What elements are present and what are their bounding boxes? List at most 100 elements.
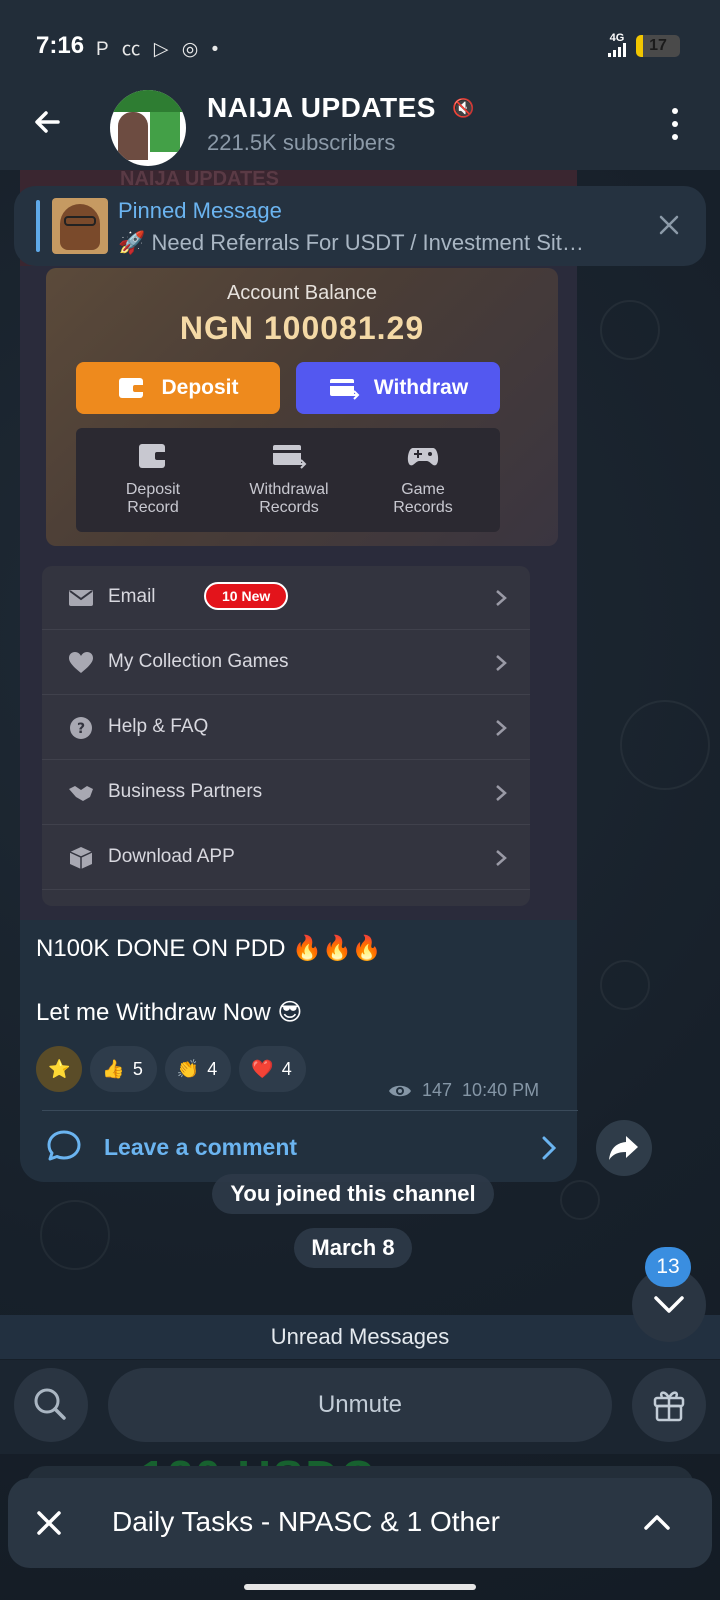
close-icon[interactable] <box>654 210 684 240</box>
reaction-count: 4 <box>281 1058 292 1079</box>
box-icon <box>69 847 93 869</box>
menu-item-help: ? Help & FAQ <box>42 696 530 760</box>
battery-level: 17 <box>649 36 667 54</box>
status-right: 4G 17 <box>608 32 680 57</box>
chevron-right-icon <box>496 590 507 606</box>
pinned-message-bar[interactable]: Pinned Message 🚀 Need Referrals For USDT… <box>14 186 706 266</box>
reaction-emoji: 👍 <box>102 1058 125 1079</box>
more-options-icon[interactable] <box>670 108 680 140</box>
account-balance-value: NGN 100081.29 <box>179 310 425 346</box>
menu-item-collection: My Collection Games <box>42 631 530 695</box>
pinned-text: 🚀 Need Referrals For USDT / Investment S… <box>118 230 584 255</box>
channel-title[interactable]: NAIJA UPDATES <box>207 92 436 124</box>
doodle-decoration <box>600 300 660 360</box>
menu-item-partners: Business Partners <box>42 761 530 825</box>
menu-label: Email <box>108 586 156 607</box>
withdraw-label: Withdraw <box>373 376 469 399</box>
account-menu-list: Email 10 New My Collection Games ? Help … <box>42 566 530 906</box>
help-icon: ? <box>70 717 92 739</box>
network-label: 4G <box>609 32 625 44</box>
reaction-thumbs-up[interactable]: 👍 5 <box>90 1046 157 1092</box>
card-icon <box>329 379 360 400</box>
joined-channel-notice: You joined this channel <box>212 1174 494 1214</box>
status-time: 7:16 <box>36 32 85 59</box>
eye-icon <box>389 1085 411 1096</box>
menu-item-download: Download APP <box>42 826 530 890</box>
doodle-decoration <box>560 1180 600 1220</box>
deposit-button: Deposit <box>76 362 280 414</box>
signal-icon <box>608 43 626 57</box>
post-image[interactable]: NAIJA UPDATES Account Balance NGN 100081… <box>20 170 577 920</box>
chevron-up-icon[interactable] <box>642 1510 672 1534</box>
close-icon[interactable] <box>34 1508 64 1538</box>
game-records: Game Records <box>358 442 488 517</box>
heart-icon <box>69 652 93 673</box>
daily-tasks-sheet[interactable]: Daily Tasks - NPASC & 1 Other <box>8 1478 712 1568</box>
pinned-title: Pinned Message <box>118 198 282 223</box>
comment-divider <box>42 1110 578 1111</box>
leave-comment-button[interactable]: Leave a comment <box>42 1124 562 1172</box>
record-line1: Game <box>401 481 445 498</box>
unread-count-badge: 13 <box>645 1247 691 1287</box>
chevron-right-icon <box>542 1136 557 1160</box>
record-line2: Records <box>393 499 453 516</box>
chevron-right-icon <box>496 720 507 736</box>
reaction-star[interactable]: ⭐ <box>36 1046 83 1092</box>
menu-label: Download APP <box>108 846 235 867</box>
svg-text:?: ? <box>77 721 85 737</box>
notification-icons: P ㏄ ▷ ◎ • <box>96 39 223 60</box>
reaction-count: 5 <box>132 1058 143 1079</box>
menu-label: Business Partners <box>108 781 263 802</box>
unmute-button[interactable]: Unmute <box>108 1368 612 1442</box>
message-meta: 147 10:40 PM <box>388 1080 539 1101</box>
gift-icon <box>653 1391 685 1422</box>
subscriber-count: 221.5K subscribers <box>207 130 396 155</box>
deposit-label: Deposit <box>161 376 239 399</box>
withdrawal-records: Withdrawal Records <box>224 442 354 517</box>
channel-header: NAIJA UPDATES 🔇 221.5K subscribers <box>0 90 720 170</box>
bottom-input-bar: Unmute <box>0 1360 720 1454</box>
back-arrow-icon[interactable] <box>28 102 68 142</box>
mail-icon <box>69 590 93 606</box>
chevron-right-icon <box>496 655 507 671</box>
status-bar: 7:16 P ㏄ ▷ ◎ • 4G 17 <box>0 0 720 90</box>
withdraw-button: Withdraw <box>296 362 500 414</box>
menu-label: Help & FAQ <box>108 716 209 737</box>
chevron-right-icon <box>496 850 507 866</box>
menu-item-email: Email 10 New <box>42 566 530 630</box>
reaction-clap[interactable]: 👏 4 <box>164 1046 232 1092</box>
deposit-record: Deposit Record <box>88 442 218 517</box>
menu-label: My Collection Games <box>108 651 289 672</box>
pinned-indicator <box>36 200 40 252</box>
gamepad-icon <box>407 448 439 466</box>
new-badge: 10 New <box>204 582 289 610</box>
record-line1: Withdrawal <box>249 481 329 498</box>
channel-avatar[interactable] <box>110 90 186 166</box>
reaction-heart[interactable]: ❤️ 4 <box>239 1046 306 1092</box>
account-balance-label: Account Balance <box>226 282 378 304</box>
comment-bubble-icon <box>47 1130 81 1161</box>
balance-card: Account Balance NGN 100081.29 Deposit Wi… <box>46 268 558 546</box>
doodle-decoration <box>40 1200 110 1270</box>
search-icon <box>34 1388 66 1420</box>
unread-messages-divider: Unread Messages <box>0 1315 720 1359</box>
doodle-decoration <box>620 700 710 790</box>
card-transfer-icon <box>273 445 307 469</box>
gift-button[interactable] <box>632 1368 706 1442</box>
records-panel: Deposit Record Withdrawal Records Game R… <box>76 428 500 532</box>
reactions-row: ⭐ 👍 5 👏 4 ❤️ 4 <box>36 1046 306 1092</box>
reaction-emoji: ⭐ <box>48 1058 71 1079</box>
reaction-emoji: 👏 <box>176 1058 200 1079</box>
home-indicator[interactable] <box>244 1584 476 1590</box>
record-line2: Record <box>127 499 179 516</box>
pinned-text-content: Need Referrals For USDT / Investment Sit… <box>151 230 584 255</box>
forward-button[interactable] <box>596 1120 652 1176</box>
wallet-icon <box>139 444 167 468</box>
view-count: 147 <box>422 1080 453 1100</box>
share-arrow-icon <box>609 1136 638 1160</box>
handshake-icon <box>69 786 93 801</box>
doodle-decoration <box>600 960 650 1010</box>
wallet-icon <box>119 378 146 398</box>
date-separator: March 8 <box>294 1228 412 1268</box>
search-button[interactable] <box>14 1368 88 1442</box>
